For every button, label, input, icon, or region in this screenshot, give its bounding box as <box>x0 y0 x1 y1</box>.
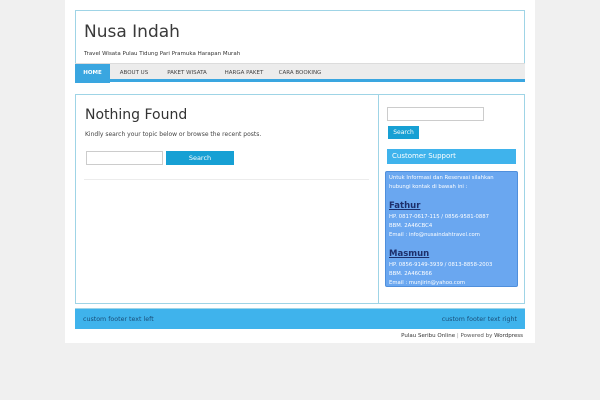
credits-powered-by: Powered by <box>460 333 493 339</box>
nav-item-cara-booking[interactable]: CARA BOOKING <box>272 64 328 83</box>
contact-bbm: BBM. 2A46CB66 <box>389 271 433 277</box>
credits-separator: | <box>456 333 459 339</box>
main-content: Nothing Found Kindly search your topic b… <box>75 94 378 304</box>
widget-title: Customer Support <box>387 149 516 164</box>
sidebar-search-button[interactable]: Search <box>388 126 419 139</box>
search-button[interactable]: Search <box>166 151 234 165</box>
credits-platform-link[interactable]: Wordpress <box>494 333 523 339</box>
credits: Pulau Seribu Online | Powered by Wordpre… <box>65 333 523 339</box>
nav-item-home[interactable]: HOME <box>75 64 110 83</box>
contact-phone: HP. 0856-9149-3939 / 0813-8858-2003 <box>389 262 493 268</box>
site-description: Travel Wisata Pulau Tidung Pari Pramuka … <box>84 51 241 57</box>
page-container: Nusa Indah Travel Wisata Pulau Tidung Pa… <box>65 0 535 343</box>
contact-name[interactable]: Fathur <box>389 201 420 211</box>
nav-item-about-us[interactable]: ABOUT US <box>110 64 158 83</box>
contact-email: Email : munjirin@yahoo.com <box>389 280 466 286</box>
contact-name[interactable]: Masmun <box>389 249 429 259</box>
contact-phone: HP. 0817-0617-115 / 0856-9581-0887 <box>389 214 490 220</box>
sidebar-search-input[interactable] <box>387 107 484 121</box>
footer-text-right: custom footer text right <box>441 316 517 323</box>
customer-support-box: Untuk Informasi dan Reservasi silahkan h… <box>385 171 518 287</box>
contact-bbm: BBM. 2A46CBC4 <box>389 223 433 229</box>
site-title[interactable]: Nusa Indah <box>84 22 180 42</box>
footer-text-left: custom footer text left <box>83 316 154 323</box>
nav-item-harga-paket[interactable]: HARGA PAKET <box>216 64 272 83</box>
not-found-message: Kindly search your topic below or browse… <box>85 131 262 138</box>
support-intro-line-1: Untuk Informasi dan Reservasi silahkan <box>389 175 494 181</box>
divider <box>84 179 369 180</box>
main-navigation: HOME ABOUT US PAKET WISATA HARGA PAKET C… <box>75 63 525 83</box>
search-input[interactable] <box>86 151 163 165</box>
sidebar: Search Customer Support Untuk Informasi … <box>378 94 525 304</box>
contact-email: Email : info@nusaindahtravel.com <box>389 232 480 238</box>
credits-site-link[interactable]: Pulau Seribu Online <box>401 333 455 339</box>
support-intro-line-2: hubungi kontak di bawah ini : <box>389 184 468 190</box>
nav-item-paket-wisata[interactable]: PAKET WISATA <box>158 64 216 83</box>
site-footer: custom footer text left custom footer te… <box>75 308 525 329</box>
page-title: Nothing Found <box>85 107 188 123</box>
site-header: Nusa Indah Travel Wisata Pulau Tidung Pa… <box>75 10 525 64</box>
